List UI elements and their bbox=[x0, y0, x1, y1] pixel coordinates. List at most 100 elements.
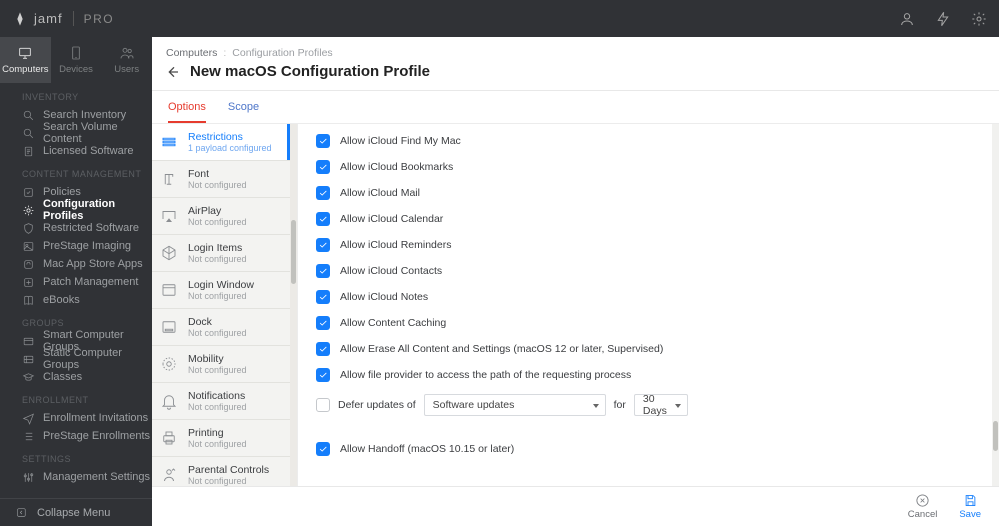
sliders-icon bbox=[22, 471, 35, 484]
setting-label: Allow iCloud Reminders bbox=[340, 239, 451, 251]
checkbox-checked-icon[interactable] bbox=[316, 290, 330, 304]
checkbox-checked-icon[interactable] bbox=[316, 212, 330, 226]
context-tab-icon bbox=[16, 45, 34, 61]
smart-icon bbox=[22, 335, 35, 348]
login-icon bbox=[160, 244, 178, 262]
payload-name: Restrictions bbox=[188, 131, 272, 143]
payload-font[interactable]: FontNot configured bbox=[152, 161, 290, 198]
sidebar-item-label: Classes bbox=[43, 371, 82, 383]
tab-options[interactable]: Options bbox=[168, 101, 206, 123]
sidebar-item-licensed-software[interactable]: Licensed Software bbox=[0, 142, 152, 160]
user-icon[interactable] bbox=[899, 11, 915, 27]
setting-allow-icloud-reminders[interactable]: Allow iCloud Reminders bbox=[298, 232, 992, 258]
payload-scroll-thumb[interactable] bbox=[291, 220, 296, 284]
settings-scroll-thumb[interactable] bbox=[993, 421, 998, 451]
checkbox-checked-icon[interactable] bbox=[316, 264, 330, 278]
context-tab-icon bbox=[118, 45, 136, 61]
patch-icon bbox=[22, 276, 35, 289]
sidebar-item-search-volume-content[interactable]: Search Volume Content bbox=[0, 124, 152, 142]
sidebar-item-patch-management[interactable]: Patch Management bbox=[0, 273, 152, 291]
back-arrow-icon[interactable] bbox=[164, 64, 180, 80]
payload-mobility[interactable]: MobilityNot configured bbox=[152, 346, 290, 383]
payload-name: Printing bbox=[188, 427, 247, 439]
sidebar-item-prestage-imaging[interactable]: PreStage Imaging bbox=[0, 237, 152, 255]
checkbox-checked-icon[interactable] bbox=[316, 368, 330, 382]
bell-icon bbox=[160, 392, 178, 410]
sidebar-item-restricted-software[interactable]: Restricted Software bbox=[0, 219, 152, 237]
setting-allow-icloud-bookmarks[interactable]: Allow iCloud Bookmarks bbox=[298, 154, 992, 180]
checkbox-checked-icon[interactable] bbox=[316, 442, 330, 456]
context-tab-devices[interactable]: Devices bbox=[51, 37, 102, 83]
sidebar-item-label: PreStage Enrollments bbox=[43, 430, 150, 442]
context-tab-computers[interactable]: Computers bbox=[0, 37, 51, 83]
sidebar-item-configuration-profiles[interactable]: Configuration Profiles bbox=[0, 201, 152, 219]
collapse-menu-label: Collapse Menu bbox=[37, 507, 110, 519]
context-tab-label: Computers bbox=[2, 64, 48, 75]
window-icon bbox=[160, 281, 178, 299]
brand-logo-icon bbox=[12, 11, 28, 27]
setting-allow-icloud-calendar[interactable]: Allow iCloud Calendar bbox=[298, 206, 992, 232]
bolt-icon[interactable] bbox=[935, 11, 951, 27]
defer-days-select[interactable]: 30 Days bbox=[634, 394, 688, 416]
sidebar-item-label: Enrollment Invitations bbox=[43, 412, 148, 424]
payload-dock[interactable]: DockNot configured bbox=[152, 309, 290, 346]
context-tab-label: Devices bbox=[59, 64, 93, 75]
sidebar-item-prestage-enrollments[interactable]: PreStage Enrollments bbox=[0, 427, 152, 445]
payload-status: Not configured bbox=[188, 476, 269, 486]
checkbox-checked-icon[interactable] bbox=[316, 134, 330, 148]
brand-separator bbox=[73, 11, 74, 26]
payload-notifications[interactable]: NotificationsNot configured bbox=[152, 383, 290, 420]
collapse-menu-button[interactable]: Collapse Menu bbox=[0, 498, 152, 526]
setting-allow-icloud-find-my-mac[interactable]: Allow iCloud Find My Mac bbox=[298, 128, 992, 154]
defer-type-select[interactable]: Software updates bbox=[424, 394, 606, 416]
sidebar-item-ebooks[interactable]: eBooks bbox=[0, 291, 152, 309]
settings-scrollbar[interactable] bbox=[992, 124, 999, 486]
setting-label: Allow Content Caching bbox=[340, 317, 446, 329]
context-tab-icon bbox=[67, 45, 85, 61]
setting-allow-content-caching[interactable]: Allow Content Caching bbox=[298, 310, 992, 336]
payload-restrictions[interactable]: Restrictions1 payload configured bbox=[152, 124, 290, 161]
payload-name: Notifications bbox=[188, 390, 247, 402]
payload-airplay[interactable]: AirPlayNot configured bbox=[152, 198, 290, 235]
defer-type-value: Software updates bbox=[433, 399, 515, 411]
setting-allow-icloud-mail[interactable]: Allow iCloud Mail bbox=[298, 180, 992, 206]
checkbox-checked-icon[interactable] bbox=[316, 238, 330, 252]
sidebar-item-enrollment-invitations[interactable]: Enrollment Invitations bbox=[0, 409, 152, 427]
cancel-button[interactable]: Cancel bbox=[908, 493, 938, 520]
checkbox-checked-icon[interactable] bbox=[316, 316, 330, 330]
payload-parental-controls[interactable]: Parental ControlsNot configured bbox=[152, 457, 290, 486]
setting-allow-icloud-contacts[interactable]: Allow iCloud Contacts bbox=[298, 258, 992, 284]
setting-label: Allow iCloud Mail bbox=[340, 187, 420, 199]
checkbox-unchecked-icon[interactable] bbox=[316, 398, 330, 412]
payload-login-items[interactable]: Login ItemsNot configured bbox=[152, 235, 290, 272]
checkbox-checked-icon[interactable] bbox=[316, 342, 330, 356]
checkbox-checked-icon[interactable] bbox=[316, 160, 330, 174]
setting-allow-handoff[interactable]: Allow Handoff (macOS 10.15 or later) bbox=[298, 436, 992, 462]
send-icon bbox=[22, 412, 35, 425]
setting-allow-icloud-notes[interactable]: Allow iCloud Notes bbox=[298, 284, 992, 310]
context-tab-users[interactable]: Users bbox=[101, 37, 152, 83]
payload-scrollbar[interactable] bbox=[290, 124, 297, 486]
top-bar: jamf PRO bbox=[0, 0, 999, 37]
sidebar-item-management-settings[interactable]: Management Settings bbox=[0, 468, 152, 486]
setting-label: Allow Handoff (macOS 10.15 or later) bbox=[340, 443, 514, 455]
sidebar-item-static-computer-groups[interactable]: Static Computer Groups bbox=[0, 350, 152, 368]
setting-allow-file-provider-to-access-the-path-o[interactable]: Allow file provider to access the path o… bbox=[298, 362, 992, 388]
setting-label: Allow iCloud Bookmarks bbox=[340, 161, 453, 173]
payload-login-window[interactable]: Login WindowNot configured bbox=[152, 272, 290, 309]
breadcrumb-root[interactable]: Computers bbox=[166, 47, 217, 59]
settings-panel: Allow iCloud Find My Mac Allow iCloud Boo… bbox=[298, 124, 999, 486]
sidebar-item-mac-app-store-apps[interactable]: Mac App Store Apps bbox=[0, 255, 152, 273]
page-title: New macOS Configuration Profile bbox=[190, 63, 430, 80]
payload-printing[interactable]: PrintingNot configured bbox=[152, 420, 290, 457]
defer-mid-label: for bbox=[614, 399, 626, 411]
setting-allow-erase-all-content-and-settings-mac[interactable]: Allow Erase All Content and Settings (ma… bbox=[298, 336, 992, 362]
save-button[interactable]: Save bbox=[959, 493, 981, 520]
checkbox-checked-icon[interactable] bbox=[316, 186, 330, 200]
tab-scope[interactable]: Scope bbox=[228, 101, 259, 123]
sidebar-item-label: Management Settings bbox=[43, 471, 150, 483]
defer-prefix-label: Defer updates of bbox=[338, 399, 416, 411]
setting-label: Allow iCloud Notes bbox=[340, 291, 428, 303]
setting-label: Allow iCloud Find My Mac bbox=[340, 135, 461, 147]
gear-icon[interactable] bbox=[971, 11, 987, 27]
